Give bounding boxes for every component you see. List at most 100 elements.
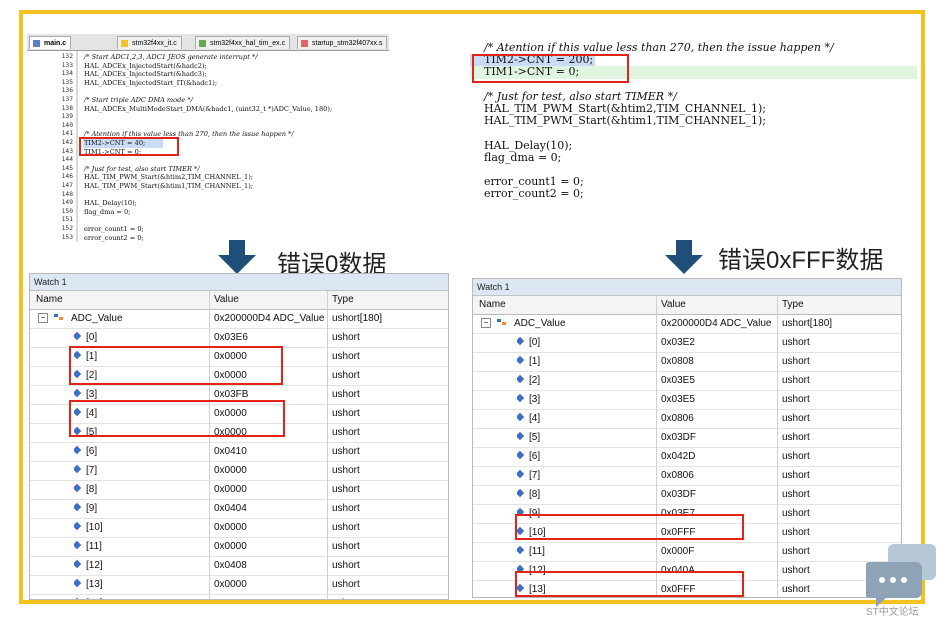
highlight-box-code-small: [79, 137, 179, 156]
element-index: [10]: [86, 522, 103, 533]
watch-row[interactable]: [10] 0x0000 ushort: [30, 519, 448, 538]
header-value[interactable]: Value: [214, 291, 239, 309]
watch-row[interactable]: [6] 0x0410 ushort: [30, 443, 448, 462]
variable-icon: [74, 464, 82, 474]
root-name: ADC_Value: [71, 313, 123, 324]
value-cell[interactable]: 0x0408: [214, 557, 247, 575]
value-cell[interactable]: 0x0000: [214, 576, 247, 594]
value-cell[interactable]: 0x03E5: [661, 391, 695, 409]
value-cell[interactable]: 0x0404: [214, 500, 247, 518]
type-cell: ushort: [782, 356, 810, 367]
element-index: [2]: [529, 375, 541, 386]
value-cell[interactable]: 0x0000: [214, 462, 247, 480]
code-line: HAL_Delay(10);: [484, 138, 573, 152]
line-number: 134: [61, 70, 73, 78]
type-cell: ushort: [782, 470, 810, 481]
column-divider[interactable]: [327, 291, 328, 599]
value-cell[interactable]: 0x042D: [661, 448, 695, 466]
variable-icon: [517, 545, 525, 555]
type-cell: ushort: [782, 584, 810, 595]
watch-row[interactable]: [8] 0x03DF ushort: [473, 486, 901, 505]
element-index: [0]: [529, 337, 541, 348]
watch-row[interactable]: [7] 0x0806 ushort: [473, 467, 901, 486]
element-index: [11]: [529, 546, 545, 557]
tab-hal-tim-ex[interactable]: stm32f4xx_hal_tim_ex.c: [195, 36, 291, 49]
line-number: 137: [61, 96, 73, 103]
value-cell[interactable]: 0x0000: [214, 519, 247, 537]
element-index: [6]: [529, 451, 541, 462]
watch-root-row[interactable]: − ADC_Value 0x200000D4 ADC_Value ushort[…: [473, 315, 901, 334]
watch-row[interactable]: [8] 0x0000 ushort: [30, 481, 448, 500]
watch-row[interactable]: [5] 0x03DF ushort: [473, 429, 901, 448]
value-cell[interactable]: 0x0806: [661, 467, 694, 485]
line-number: 136: [61, 87, 73, 95]
value-cell[interactable]: 0x0000: [214, 538, 247, 556]
column-divider[interactable]: [656, 296, 657, 597]
variable-icon: [517, 450, 525, 460]
line-number: 148: [61, 190, 73, 198]
type-cell: ushort: [782, 432, 810, 443]
value-cell[interactable]: 0x0806: [661, 410, 694, 428]
code-line: /* Start ADC1,2,3, ADC1 JEOS generate in…: [84, 53, 258, 61]
tab-stm32f4xx-it[interactable]: stm32f4xx_it.c: [117, 36, 182, 49]
line-number: 151: [61, 216, 73, 224]
header-value[interactable]: Value: [661, 296, 686, 314]
header-name[interactable]: Name: [479, 296, 506, 314]
line-number: 142: [61, 139, 73, 146]
line-number: 153: [61, 233, 73, 241]
value-cell[interactable]: 0x03E2: [661, 334, 695, 352]
collapse-icon[interactable]: −: [481, 318, 491, 328]
value-cell[interactable]: 0x0808: [661, 353, 694, 371]
value-cell[interactable]: 0x000F: [661, 543, 694, 561]
watch-row[interactable]: [6] 0x042D ushort: [473, 448, 901, 467]
watch-row[interactable]: [4] 0x0806 ushort: [473, 410, 901, 429]
watch-root-row[interactable]: − ADC_Value 0x200000D4 ADC_Value ushort[…: [30, 310, 448, 329]
code-line: error_count1 = 0;: [84, 225, 144, 233]
watch-row[interactable]: [1] 0x0808 ushort: [473, 353, 901, 372]
name-cell: [7]: [517, 467, 540, 485]
watch-window-right[interactable]: Watch 1 Name Value Type − ADC_Value 0x20…: [472, 278, 902, 598]
watch-row[interactable]: [12] 0x0408 ushort: [30, 557, 448, 576]
variable-icon: [74, 483, 82, 493]
watch-rows: [0] 0x03E2 ushort [1] 0x0808 ushort [2] 0x03E5 u…: [473, 334, 901, 597]
element-index: [7]: [529, 470, 541, 481]
struct-icon: [496, 319, 506, 325]
name-cell: [8]: [517, 486, 540, 504]
variable-icon: [74, 597, 82, 599]
highlight-box-code-zoom: [472, 54, 629, 83]
tab-main-c[interactable]: main.c: [29, 36, 72, 49]
watch-row[interactable]: [11] 0x0000 ushort: [30, 538, 448, 557]
value-cell[interactable]: 0x0410: [214, 443, 247, 461]
watch-row[interactable]: [9] 0x0404 ushort: [30, 500, 448, 519]
highlight-box-left-2: [69, 400, 285, 437]
column-divider[interactable]: [777, 296, 778, 597]
value-cell[interactable]: 0x03DF: [661, 429, 696, 447]
header-name[interactable]: Name: [36, 291, 63, 309]
watch-row[interactable]: [11] 0x000F ushort: [473, 543, 901, 562]
watch-row[interactable]: [14] 0x0000 ushort: [30, 595, 448, 599]
tab-startup[interactable]: startup_stm32f407xx.s: [297, 36, 388, 49]
value-cell[interactable]: 0x0000: [214, 481, 247, 499]
name-cell: [10]: [74, 519, 103, 537]
watch-row[interactable]: [2] 0x03E5 ushort: [473, 372, 901, 391]
code-line: HAL_ADCEx_InjectedStart_IT(&hadc1);: [84, 78, 218, 87]
value-cell[interactable]: 0x0000: [214, 595, 247, 599]
line-number: 135: [61, 78, 73, 86]
header-type[interactable]: Type: [332, 291, 354, 309]
type-cell: ushort: [782, 451, 810, 462]
watch-row[interactable]: [7] 0x0000 ushort: [30, 462, 448, 481]
line-number: 146: [61, 173, 73, 181]
code-line: /* Start triple ADC DMA mode */: [84, 96, 193, 104]
watch-row[interactable]: [3] 0x03E5 ushort: [473, 391, 901, 410]
name-cell: [6]: [517, 448, 540, 466]
watch-row[interactable]: [0] 0x03E2 ushort: [473, 334, 901, 353]
variable-icon: [517, 431, 525, 441]
header-type[interactable]: Type: [782, 296, 804, 314]
collapse-icon[interactable]: −: [38, 313, 48, 323]
column-divider[interactable]: [209, 291, 210, 599]
root-value: 0x200000D4 ADC_Value: [214, 313, 325, 324]
value-cell[interactable]: 0x03DF: [661, 486, 696, 504]
value-cell[interactable]: 0x03E5: [661, 372, 695, 390]
value-cell[interactable]: 0x03E6: [214, 329, 248, 347]
watch-row[interactable]: [13] 0x0000 ushort: [30, 576, 448, 595]
